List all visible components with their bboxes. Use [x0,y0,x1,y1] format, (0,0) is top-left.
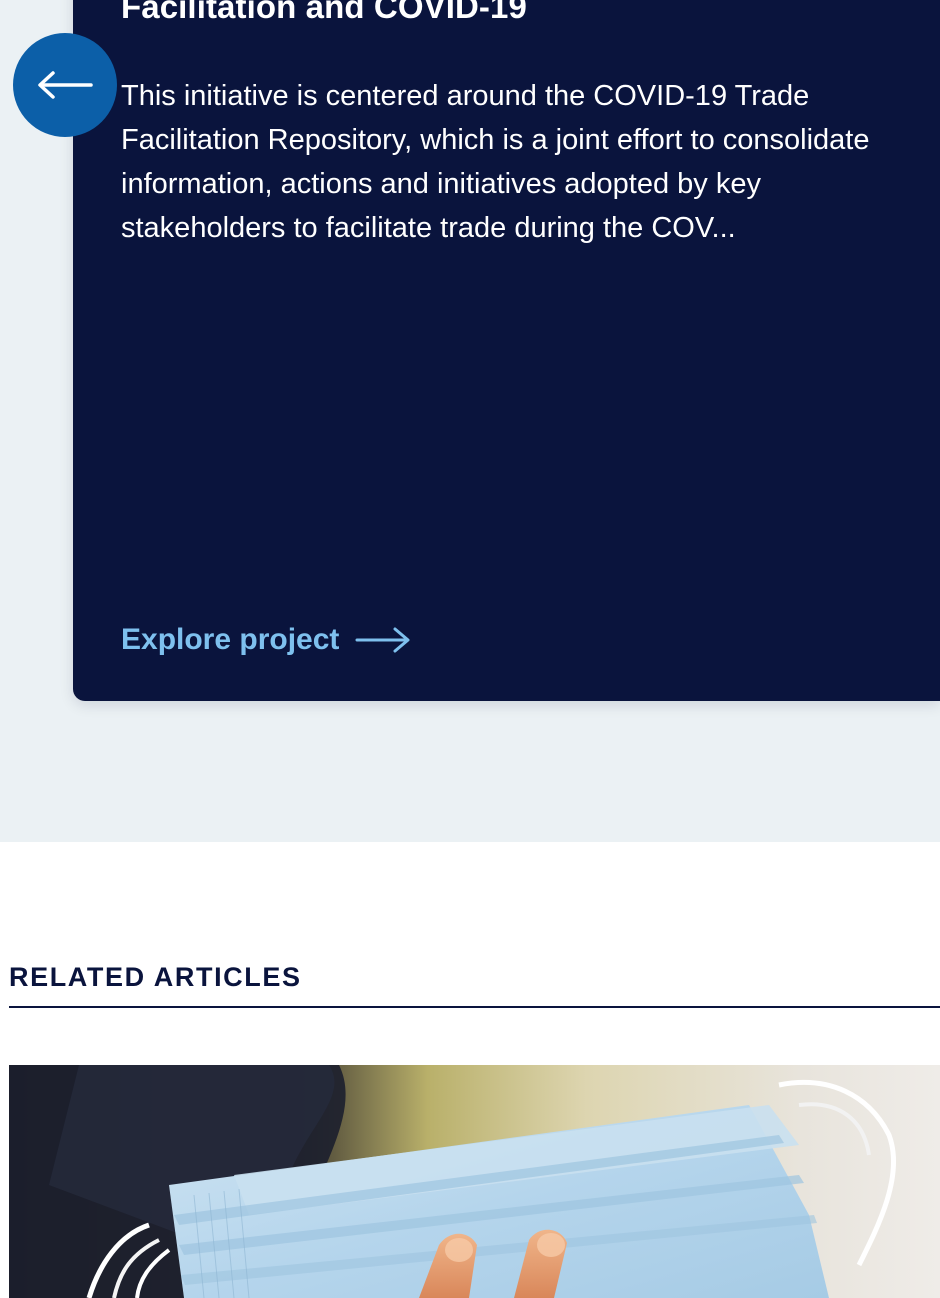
project-card: Facilitation and COVID-19 This initiativ… [73,0,940,701]
arrow-left-icon [38,71,93,99]
face-masks-photo [9,1065,940,1298]
project-title: Facilitation and COVID-19 [121,0,527,25]
explore-project-link[interactable]: Explore project [121,616,411,664]
related-article-image[interactable] [9,1065,940,1298]
arrow-right-icon [355,627,410,653]
related-articles-heading: RELATED ARTICLES [9,962,302,992]
section-divider [9,1006,940,1008]
project-section: Facilitation and COVID-19 This initiativ… [0,0,940,842]
project-description: This initiative is centered around the C… [121,80,870,244]
explore-project-label: Explore project [121,623,340,656]
carousel-prev-button[interactable] [13,33,117,137]
